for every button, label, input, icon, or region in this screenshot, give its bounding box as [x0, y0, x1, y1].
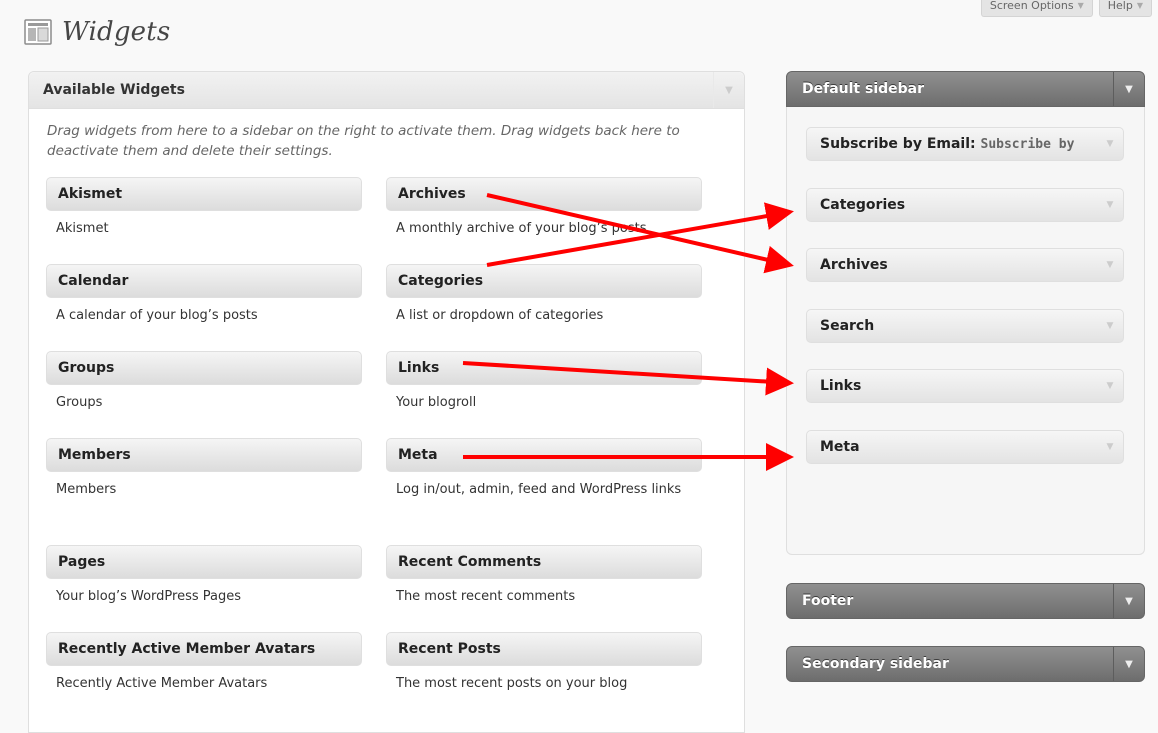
chevron-down-icon[interactable]: ▼: [713, 72, 744, 108]
widget-name: Subscribe by Email: [820, 136, 971, 152]
available-widgets-panel: Available Widgets ▼ Drag widgets from he…: [28, 71, 745, 733]
footer-sidebar-panel: Footer ▼: [786, 583, 1145, 619]
widget-pages[interactable]: Pages Your blog’s WordPress Pages: [46, 545, 362, 607]
available-widgets-header[interactable]: Available Widgets ▼: [29, 72, 744, 109]
widget-calendar[interactable]: Calendar A calendar of your blog’s posts: [46, 264, 362, 326]
widget-recently-active-member-avatars[interactable]: Recently Active Member Avatars Recently …: [46, 632, 362, 694]
chevron-down-icon[interactable]: ▼: [1097, 370, 1123, 402]
secondary-sidebar-panel: Secondary sidebar ▼: [786, 646, 1145, 682]
sidebar-title: Secondary sidebar: [802, 656, 949, 672]
screen-meta: Screen Options ▼ Help ▼: [980, 0, 1152, 17]
page-title: Widgets: [62, 17, 171, 47]
sidebar-title: Footer: [802, 593, 854, 609]
sidebar-widget-categories[interactable]: Categories ▼: [806, 188, 1124, 222]
sidebar-widget-search[interactable]: Search ▼: [806, 309, 1124, 343]
widget-title[interactable]: Calendar: [46, 264, 362, 298]
screen-options-label: Screen Options: [989, 0, 1074, 12]
widget-title[interactable]: Meta: [386, 438, 702, 472]
default-sidebar-header[interactable]: Default sidebar ▼: [786, 71, 1145, 107]
widget-links[interactable]: Links Your blogroll: [386, 351, 702, 413]
sidebar-widget-title: Subscribe by Email: Subscribe by: [820, 136, 1075, 152]
widget-description: Groups: [56, 395, 103, 410]
sidebar-widget-title: Links: [820, 378, 862, 394]
sidebar-title: Default sidebar: [802, 81, 925, 97]
footer-sidebar-header[interactable]: Footer ▼: [786, 583, 1145, 619]
sidebar-widget-meta[interactable]: Meta ▼: [806, 430, 1124, 464]
widget-title[interactable]: Recently Active Member Avatars: [46, 632, 362, 666]
sidebar-widget-title: Categories: [820, 197, 906, 213]
available-widgets-description: Drag widgets from here to a sidebar on t…: [47, 123, 680, 159]
help-button[interactable]: Help ▼: [1098, 0, 1152, 17]
widget-members[interactable]: Members Members: [46, 438, 362, 500]
widget-description: Recently Active Member Avatars: [56, 676, 268, 691]
sidebar-widget-title: Archives: [820, 257, 888, 273]
widget-akismet[interactable]: Akismet Akismet: [46, 177, 362, 239]
widget-description: Log in/out, admin, feed and WordPress li…: [396, 482, 682, 497]
sidebar-widget-links[interactable]: Links ▼: [806, 369, 1124, 403]
page-header: Widgets: [24, 17, 170, 47]
widget-description: Members: [56, 482, 117, 497]
widget-description: The most recent posts on your blog: [396, 676, 628, 691]
widget-description: A calendar of your blog’s posts: [56, 308, 258, 323]
widget-title[interactable]: Archives: [386, 177, 702, 211]
sidebar-widget-archives[interactable]: Archives ▼: [806, 248, 1124, 282]
widget-title[interactable]: Members: [46, 438, 362, 472]
default-sidebar-panel: Default sidebar ▼ Subscribe by Email: Su…: [786, 71, 1145, 555]
secondary-sidebar-header[interactable]: Secondary sidebar ▼: [786, 646, 1145, 682]
chevron-down-icon[interactable]: ▼: [1097, 431, 1123, 463]
widget-title[interactable]: Recent Posts: [386, 632, 702, 666]
widget-instance-title: Subscribe by: [980, 137, 1075, 152]
chevron-down-icon[interactable]: ▼: [1097, 310, 1123, 342]
widget-categories[interactable]: Categories A list or dropdown of categor…: [386, 264, 702, 326]
chevron-down-icon[interactable]: ▼: [1113, 647, 1144, 681]
widget-title[interactable]: Akismet: [46, 177, 362, 211]
sidebar-widget-title: Meta: [820, 439, 860, 455]
widget-description: Your blogroll: [396, 395, 477, 410]
widget-description: A list or dropdown of categories: [396, 308, 604, 323]
widget-title[interactable]: Groups: [46, 351, 362, 385]
chevron-down-icon: ▼: [1136, 1, 1143, 10]
widget-title[interactable]: Pages: [46, 545, 362, 579]
chevron-down-icon[interactable]: ▼: [1113, 72, 1144, 106]
widget-groups[interactable]: Groups Groups: [46, 351, 362, 413]
chevron-down-icon: ▼: [1077, 1, 1084, 10]
widget-meta[interactable]: Meta Log in/out, admin, feed and WordPre…: [386, 438, 702, 500]
widget-recent-comments[interactable]: Recent Comments The most recent comments: [386, 545, 702, 607]
chevron-down-icon[interactable]: ▼: [1097, 249, 1123, 281]
widget-description: The most recent comments: [396, 589, 576, 604]
widgets-icon: [24, 19, 52, 45]
default-sidebar-drop-area[interactable]: Subscribe by Email: Subscribe by ▼ Categ…: [786, 107, 1145, 555]
sidebar-widget-subscribe-by-email[interactable]: Subscribe by Email: Subscribe by ▼: [806, 127, 1124, 161]
widget-description: A monthly archive of your blog’s posts: [396, 221, 647, 236]
chevron-down-icon[interactable]: ▼: [1097, 189, 1123, 221]
chevron-down-icon[interactable]: ▼: [1097, 128, 1123, 160]
widget-title[interactable]: Recent Comments: [386, 545, 702, 579]
widget-description: Your blog’s WordPress Pages: [56, 589, 241, 604]
chevron-down-icon[interactable]: ▼: [1113, 584, 1144, 618]
screen-options-button[interactable]: Screen Options ▼: [980, 0, 1093, 17]
sidebar-widget-title: Search: [820, 318, 875, 334]
widget-title[interactable]: Links: [386, 351, 702, 385]
widget-archives[interactable]: Archives A monthly archive of your blog’…: [386, 177, 702, 239]
help-label: Help: [1107, 0, 1133, 12]
widget-title[interactable]: Categories: [386, 264, 702, 298]
widget-description: Akismet: [56, 221, 109, 236]
available-widgets-title: Available Widgets: [43, 82, 185, 98]
widget-recent-posts[interactable]: Recent Posts The most recent posts on yo…: [386, 632, 702, 694]
